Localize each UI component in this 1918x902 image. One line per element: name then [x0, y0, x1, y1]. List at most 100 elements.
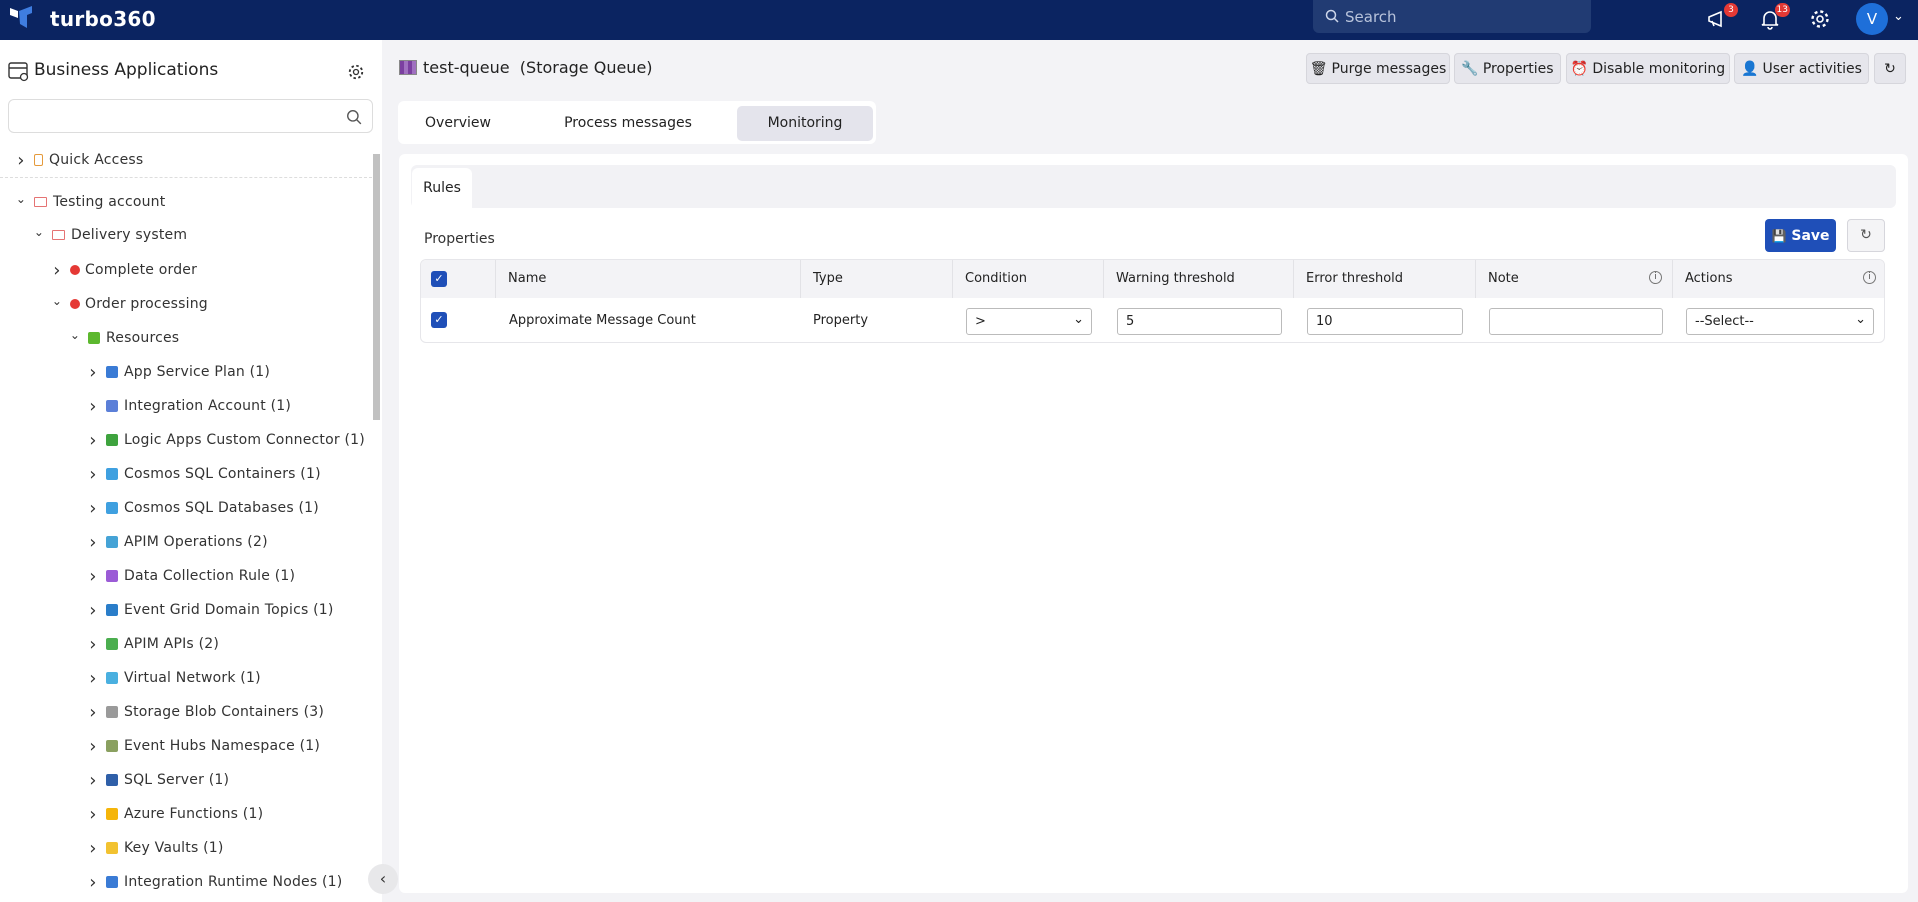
tree-item-label: Azure Functions (1) — [124, 806, 264, 822]
tree-item[interactable]: › Cosmos SQL Containers (1) — [86, 459, 321, 489]
column-header-actions[interactable]: Actions i — [1673, 260, 1884, 298]
tree-item[interactable]: › Storage Blob Containers (3) — [86, 697, 324, 727]
chevron-right-icon[interactable]: › — [86, 736, 100, 757]
chevron-down-icon[interactable]: ⌄ — [68, 328, 82, 342]
chevron-down-icon[interactable]: ⌄ — [1893, 9, 1904, 24]
tree-item[interactable]: ⌄ Resources — [68, 323, 179, 353]
app-service-plan-icon — [106, 366, 118, 378]
tree-item[interactable]: › APIM Operations (2) — [86, 527, 268, 557]
column-header-condition[interactable]: Condition — [953, 260, 1104, 298]
column-header-warning-threshold[interactable]: Warning threshold — [1104, 260, 1294, 298]
tab-rules[interactable]: Rules — [412, 168, 472, 208]
sidebar-scrollbar[interactable] — [373, 154, 380, 420]
condition-select[interactable]: > ⌄ — [966, 308, 1092, 335]
chevron-right-icon[interactable]: › — [14, 150, 28, 171]
chevron-down-icon[interactable]: ⌄ — [32, 225, 46, 239]
search-icon[interactable] — [346, 109, 362, 125]
disable-monitoring-button[interactable]: ⏰ Disable monitoring — [1566, 53, 1730, 84]
tree-item[interactable]: › Event Hubs Namespace (1) — [86, 731, 320, 761]
chevron-right-icon[interactable]: › — [86, 430, 100, 451]
tab-overview[interactable]: Overview — [403, 106, 513, 141]
chevron-right-icon[interactable]: › — [86, 634, 100, 655]
tree-item[interactable]: › Azure Functions (1) — [86, 799, 263, 829]
user-avatar[interactable]: V — [1856, 3, 1888, 35]
tree-item[interactable]: › Logic Apps Custom Connector (1) — [86, 425, 365, 455]
user-activities-button[interactable]: 👤 User activities — [1734, 53, 1869, 84]
tree-item[interactable]: › Integration Runtime Nodes (1) — [86, 867, 342, 897]
chevron-right-icon[interactable]: › — [86, 600, 100, 621]
chevron-down-icon[interactable]: ⌄ — [14, 192, 28, 206]
tree-item[interactable]: ⌄ Delivery system — [32, 220, 187, 250]
refresh-button[interactable]: ↻ — [1874, 53, 1906, 84]
row-type: Property — [813, 313, 869, 328]
info-icon[interactable]: i — [1863, 271, 1876, 284]
tree-item[interactable]: › Event Grid Domain Topics (1) — [86, 595, 334, 625]
note-input[interactable] — [1489, 308, 1663, 335]
tree-item[interactable]: › Integration Account (1) — [86, 391, 291, 421]
chevron-right-icon[interactable]: › — [86, 566, 100, 587]
chevron-right-icon[interactable]: › — [86, 532, 100, 553]
tree-item[interactable]: ⌄ Order processing — [50, 289, 208, 319]
tab-monitoring[interactable]: Monitoring — [737, 106, 873, 141]
tree-item[interactable]: › Cosmos SQL Databases (1) — [86, 493, 319, 523]
chevron-right-icon[interactable]: › — [50, 260, 64, 281]
chevron-right-icon[interactable]: › — [86, 770, 100, 791]
chevron-right-icon[interactable]: › — [86, 872, 100, 893]
chevron-right-icon[interactable]: › — [86, 668, 100, 689]
turbo360-logo[interactable] — [10, 6, 32, 28]
resource-type: (Storage Queue) — [519, 58, 653, 77]
tree-item[interactable]: › Complete order — [50, 255, 197, 285]
business-applications-icon — [8, 62, 29, 82]
row-checkbox[interactable]: ✓ — [431, 312, 447, 328]
tab-process-messages[interactable]: Process messages — [528, 106, 728, 141]
tree-item[interactable]: › SQL Server (1) — [86, 765, 229, 795]
chevron-right-icon[interactable]: › — [86, 362, 100, 383]
button-label: User activities — [1762, 60, 1862, 77]
collapse-sidebar-button[interactable]: ‹ — [368, 864, 398, 894]
purge-messages-button[interactable]: 🗑 Purge messages — [1306, 53, 1450, 84]
tree-item[interactable]: › APIM APIs (2) — [86, 629, 219, 659]
button-label: Purge messages — [1331, 60, 1447, 77]
notifications-button[interactable]: 13 — [1758, 3, 1790, 33]
tree-item[interactable]: › Quick Access — [14, 145, 143, 175]
tree-item[interactable]: › Key Vaults (1) — [86, 833, 224, 863]
column-header-type[interactable]: Type — [801, 260, 953, 298]
gear-icon[interactable] — [346, 62, 366, 82]
column-header-name[interactable]: Name — [496, 260, 801, 298]
actions-select[interactable]: --Select-- ⌄ — [1686, 308, 1874, 335]
announcements-button[interactable]: 3 — [1706, 3, 1738, 33]
chevron-right-icon[interactable]: › — [86, 804, 100, 825]
column-header-error-threshold[interactable]: Error threshold — [1294, 260, 1476, 298]
chevron-right-icon[interactable]: › — [86, 498, 100, 519]
properties-button[interactable]: 🔧 Properties — [1454, 53, 1561, 84]
actions-value: --Select-- — [1695, 314, 1754, 329]
global-search-input[interactable]: Search — [1313, 0, 1591, 33]
tree-item[interactable]: › App Service Plan (1) — [86, 357, 270, 387]
sidebar-search-input[interactable] — [8, 99, 373, 133]
chevron-right-icon[interactable]: › — [86, 702, 100, 723]
tree-item-label: Complete order — [85, 262, 198, 278]
chevron-right-icon[interactable]: › — [86, 464, 100, 485]
chevron-down-icon[interactable]: ⌄ — [50, 294, 64, 308]
tree-item-label: Event Hubs Namespace (1) — [124, 738, 321, 754]
refresh-rules-button[interactable]: ↻ — [1847, 219, 1885, 252]
wrench-icon: 🔧 — [1461, 60, 1479, 77]
properties-table: ✓ Name Type Condition Warning threshold … — [420, 259, 1885, 343]
tree-item[interactable]: › Virtual Network (1) — [86, 663, 261, 693]
column-header-note[interactable]: Note i — [1476, 260, 1673, 298]
info-icon[interactable]: i — [1649, 271, 1662, 284]
virtual-network-icon — [106, 672, 118, 684]
select-all-checkbox[interactable]: ✓ — [431, 271, 447, 287]
chevron-right-icon[interactable]: › — [86, 838, 100, 859]
tree-item-label: Resources — [106, 330, 180, 346]
error-threshold-input[interactable]: 10 — [1307, 308, 1463, 335]
gear-icon — [1811, 10, 1829, 28]
save-button[interactable]: 💾 Save — [1765, 219, 1836, 252]
page-title: test-queue (Storage Queue) — [399, 58, 653, 77]
tree-item[interactable]: ⌄ Testing account — [14, 187, 165, 217]
settings-button[interactable] — [1808, 7, 1834, 33]
grid-icon — [88, 332, 100, 344]
warning-threshold-input[interactable]: 5 — [1117, 308, 1282, 335]
chevron-right-icon[interactable]: › — [86, 396, 100, 417]
tree-item[interactable]: › Data Collection Rule (1) — [86, 561, 295, 591]
